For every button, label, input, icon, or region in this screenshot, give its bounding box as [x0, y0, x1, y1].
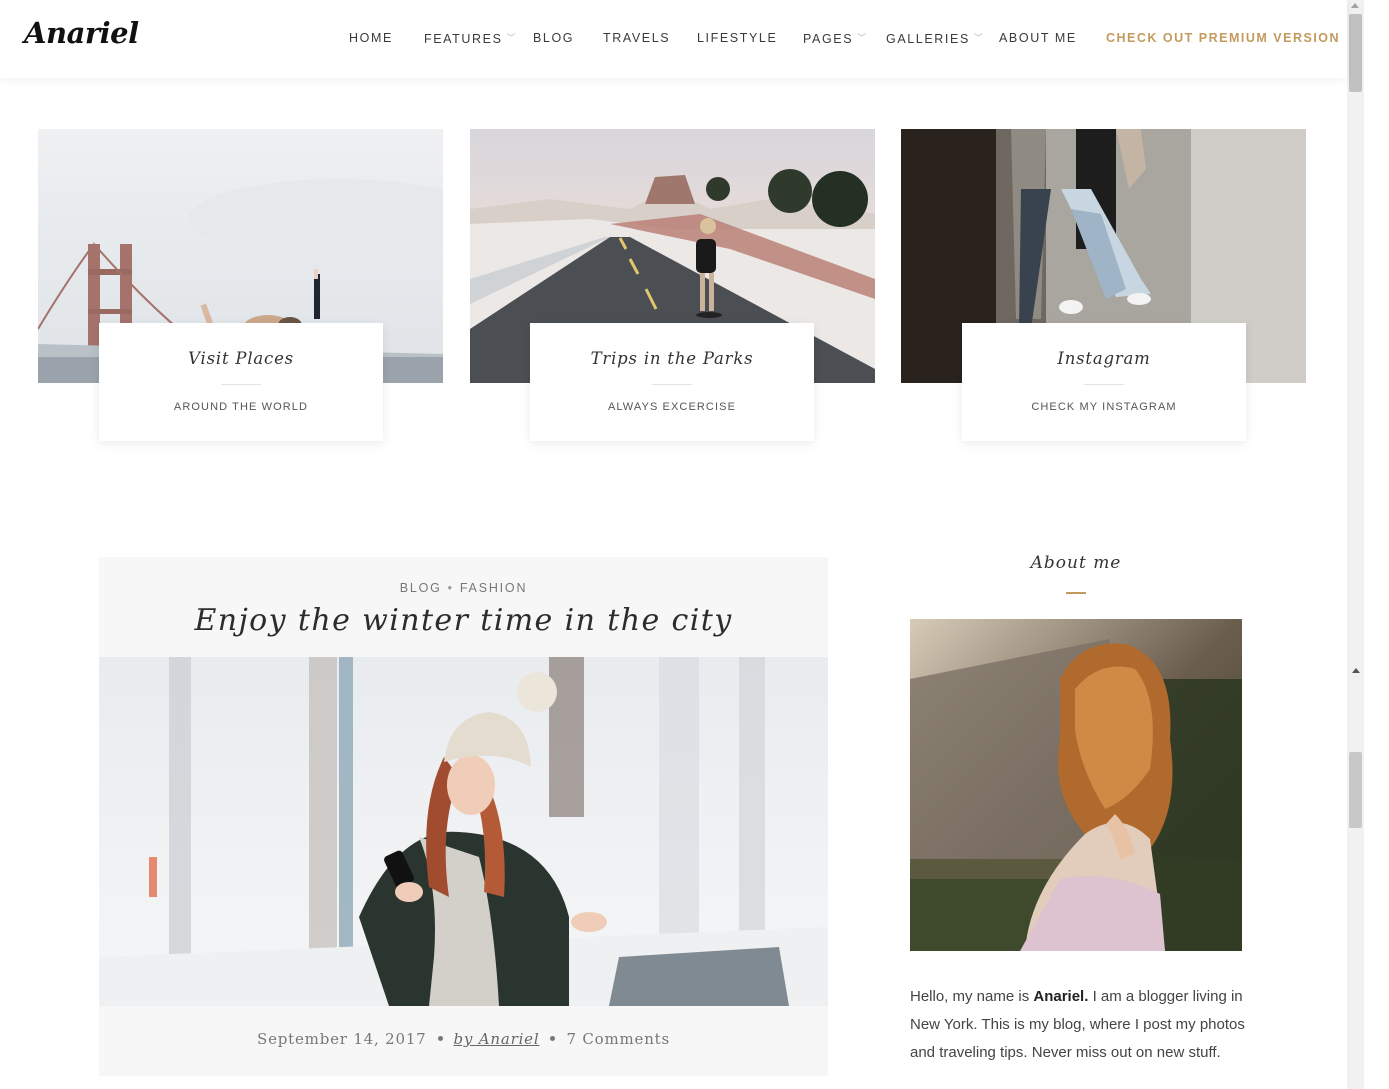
nav-item-lifestyle[interactable]: LIFESTYLE	[697, 31, 777, 45]
nav-item-blog[interactable]: BLOG	[533, 31, 574, 45]
nav-item-home[interactable]: HOME	[349, 31, 393, 45]
nav-item-about-me[interactable]: ABOUT ME	[999, 31, 1077, 45]
post-title[interactable]: Enjoy the winter time in the city	[99, 603, 828, 638]
feature-card-caption: Trips in the Parks ALWAYS EXCERCISE	[530, 323, 814, 441]
about-name: Anariel.	[1033, 988, 1089, 1005]
feature-card-trips-in-the-parks[interactable]: Trips in the Parks ALWAYS EXCERCISE	[470, 129, 875, 441]
about-text-part: Hello, my name is	[910, 988, 1034, 1005]
nav-item-pages[interactable]: PAGES ﹀	[803, 31, 866, 46]
about-me-divider	[1066, 592, 1086, 594]
feature-card-caption: Instagram CHECK MY INSTAGRAM	[962, 323, 1246, 441]
nav-label-about-me: ABOUT ME	[999, 31, 1077, 45]
scrollbar-thumb[interactable]	[1349, 14, 1362, 92]
chevron-down-icon: ﹀	[857, 33, 867, 43]
feature-subtitle: ALWAYS EXCERCISE	[607, 401, 737, 413]
scrollbar[interactable]	[1347, 0, 1364, 1089]
nav-label-lifestyle: LIFESTYLE	[697, 31, 778, 45]
feature-title[interactable]: Visit Places	[99, 349, 383, 368]
meta-separator	[437, 1036, 443, 1041]
category-link-fashion[interactable]: FASHION	[460, 581, 527, 595]
scrollbar-thumb[interactable]	[1349, 752, 1362, 828]
post-header: BLOG • FASHION Enjoy the winter time in th…	[99, 557, 828, 657]
feature-card-instagram[interactable]: Instagram CHECK MY INSTAGRAM	[901, 129, 1306, 441]
nav-item-features[interactable]: FEATURES ﹀	[424, 31, 516, 46]
meta-separator	[550, 1036, 556, 1041]
curly-hair-woman-photo	[910, 619, 1242, 951]
winter-girl-photo[interactable]	[99, 657, 828, 1006]
feature-title[interactable]: Trips in the Parks	[530, 349, 814, 368]
nav-label-pages: PAGES	[803, 32, 854, 46]
chevron-down-icon: ﹀	[973, 33, 983, 43]
about-me-text: Hello, my name is Anariel. I am a blogge…	[910, 983, 1250, 1067]
nav-item-premium[interactable]: CHECK OUT PREMIUM VERSION	[1106, 31, 1340, 45]
feature-card-visit-places[interactable]: Visit Places AROUND THE WORLD	[38, 129, 443, 441]
post-categories: BLOG • FASHION	[99, 581, 828, 595]
about-me-title: About me	[1030, 553, 1122, 573]
site-header: Anariel HOME FEATURES ﹀ BLOG TRAVELS LIFE…	[0, 0, 1347, 78]
nav-item-galleries[interactable]: GALLERIES ﹀	[886, 31, 983, 46]
chevron-down-icon: ﹀	[506, 33, 516, 43]
post-date[interactable]: September 14, 2017	[257, 1030, 427, 1048]
feature-title[interactable]: Instagram	[962, 349, 1246, 368]
nav-item-travels[interactable]: TRAVELS	[603, 31, 670, 45]
post-meta-line: September 14, 2017 by Anariel 7 Comments	[99, 1030, 828, 1048]
feature-subtitle: CHECK MY INSTAGRAM	[1031, 401, 1177, 413]
category-separator: •	[447, 581, 454, 595]
nav-label-galleries: GALLERIES	[886, 32, 970, 46]
feature-divider	[1084, 384, 1124, 385]
site-logo[interactable]: Anariel	[24, 16, 139, 50]
nav-label-blog: BLOG	[533, 31, 575, 45]
feature-subtitle: AROUND THE WORLD	[173, 401, 309, 413]
nav-label-home: HOME	[349, 31, 393, 45]
feature-divider	[652, 384, 692, 385]
post-meta: September 14, 2017 by Anariel 7 Comments	[99, 1006, 828, 1076]
scroll-up-arrow-icon[interactable]	[1352, 668, 1360, 673]
nav-label-features: FEATURES	[424, 32, 503, 46]
feature-divider	[221, 384, 261, 385]
category-link-blog[interactable]: BLOG	[400, 581, 442, 595]
post-comments-link[interactable]: 7 Comments	[566, 1030, 670, 1048]
feature-card-caption: Visit Places AROUND THE WORLD	[99, 323, 383, 441]
scroll-up-arrow-icon[interactable]	[1351, 3, 1359, 8]
nav-label-travels: TRAVELS	[603, 31, 671, 45]
post-author-link[interactable]: by Anariel	[454, 1030, 540, 1048]
